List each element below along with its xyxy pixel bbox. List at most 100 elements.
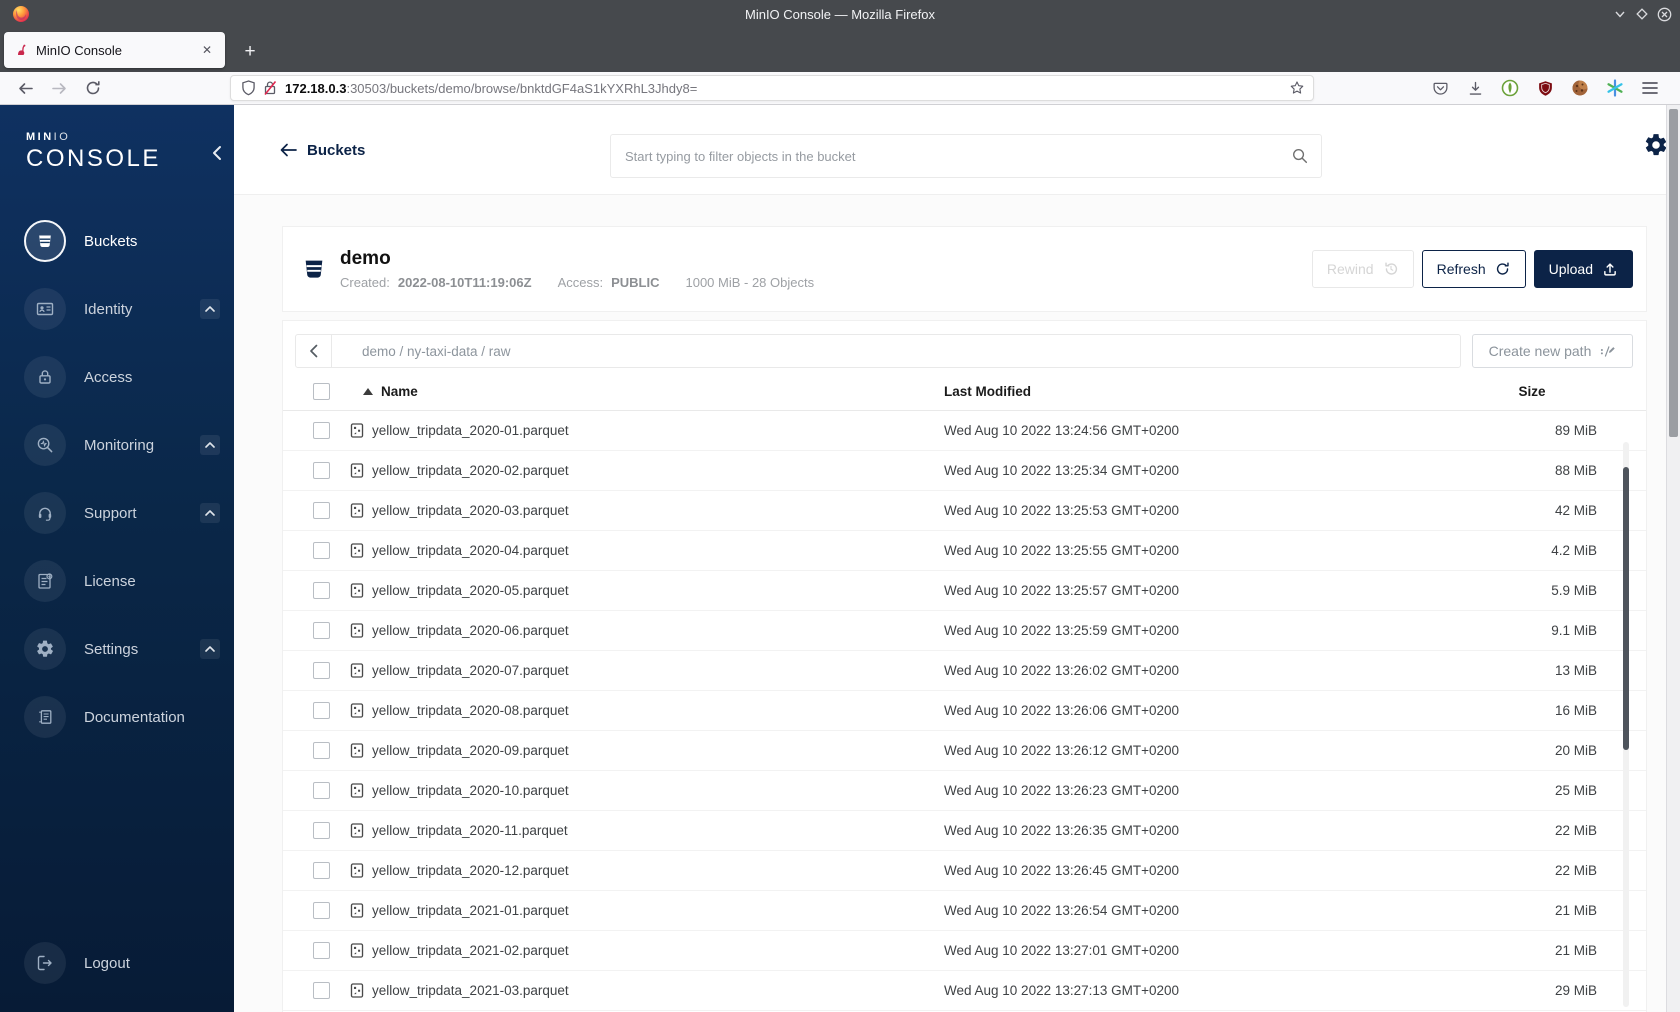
table-scrollbar-thumb[interactable] bbox=[1623, 467, 1629, 750]
row-checkbox[interactable] bbox=[313, 462, 330, 479]
minio-favicon bbox=[14, 43, 28, 57]
insecure-lock-icon[interactable] bbox=[263, 80, 277, 96]
search-icon[interactable] bbox=[1291, 147, 1309, 165]
bucket-size-summary: 1000 MiB - 28 Objects bbox=[685, 275, 815, 290]
table-row[interactable]: yellow_tripdata_2020-05.parquet Wed Aug … bbox=[283, 571, 1646, 611]
hamburger-menu-icon[interactable] bbox=[1633, 74, 1667, 102]
row-checkbox[interactable] bbox=[313, 582, 330, 599]
row-checkbox[interactable] bbox=[313, 662, 330, 679]
row-checkbox[interactable] bbox=[313, 502, 330, 519]
spark-asterisk-icon[interactable] bbox=[1598, 74, 1632, 102]
sidebar-item-logout[interactable]: Logout bbox=[0, 929, 234, 997]
refresh-button[interactable]: Refresh bbox=[1421, 250, 1526, 288]
privacy-badger-icon[interactable] bbox=[1493, 74, 1527, 102]
new-tab-button[interactable]: + bbox=[235, 37, 265, 67]
page-scrollbar-thumb[interactable] bbox=[1669, 109, 1678, 437]
object-file-icon bbox=[349, 902, 365, 919]
create-new-path-button[interactable]: Create new path bbox=[1472, 334, 1633, 368]
page-scrollbar[interactable] bbox=[1666, 105, 1680, 1012]
tab-title: MinIO Console bbox=[36, 42, 122, 58]
row-checkbox[interactable] bbox=[313, 782, 330, 799]
chevron-up-icon[interactable] bbox=[200, 299, 220, 319]
sidebar-collapse-icon[interactable] bbox=[212, 145, 222, 161]
content-area: demo Created: 2022-08-10T11:19:06Z Acces… bbox=[234, 195, 1680, 1012]
gear-icon bbox=[24, 628, 66, 670]
active-tab[interactable]: MinIO Console ✕ bbox=[4, 32, 225, 68]
upload-button[interactable]: Upload bbox=[1533, 250, 1633, 288]
object-size: 25 MiB bbox=[1554, 783, 1597, 798]
table-row[interactable]: yellow_tripdata_2020-03.parquet Wed Aug … bbox=[283, 491, 1646, 531]
column-header-size[interactable]: Size bbox=[1467, 384, 1633, 399]
table-row[interactable]: yellow_tripdata_2020-02.parquet Wed Aug … bbox=[283, 451, 1646, 491]
table-row[interactable]: yellow_tripdata_2020-01.parquet Wed Aug … bbox=[283, 411, 1646, 451]
row-checkbox[interactable] bbox=[313, 942, 330, 959]
object-filter-input[interactable] bbox=[611, 148, 1291, 164]
bookmark-star-icon[interactable] bbox=[1289, 80, 1305, 96]
pocket-icon[interactable] bbox=[1423, 74, 1457, 102]
ublock-origin-icon[interactable] bbox=[1528, 74, 1562, 102]
select-all-checkbox[interactable] bbox=[313, 383, 330, 400]
chevron-up-icon[interactable] bbox=[200, 503, 220, 523]
table-row[interactable]: yellow_tripdata_2021-02.parquet Wed Aug … bbox=[283, 931, 1646, 971]
object-file-icon bbox=[349, 462, 365, 479]
window-minimize-icon[interactable] bbox=[1610, 4, 1630, 24]
table-row[interactable]: yellow_tripdata_2020-04.parquet Wed Aug … bbox=[283, 531, 1646, 571]
window-maximize-icon[interactable] bbox=[1632, 4, 1652, 24]
sidebar-item-monitoring[interactable]: Monitoring bbox=[0, 411, 234, 479]
path-back-icon[interactable] bbox=[296, 335, 332, 367]
logout-icon bbox=[24, 942, 66, 984]
table-row[interactable]: yellow_tripdata_2020-06.parquet Wed Aug … bbox=[283, 611, 1646, 651]
row-checkbox[interactable] bbox=[313, 702, 330, 719]
table-row[interactable]: yellow_tripdata_2020-11.parquet Wed Aug … bbox=[283, 811, 1646, 851]
row-checkbox[interactable] bbox=[313, 742, 330, 759]
row-checkbox[interactable] bbox=[313, 822, 330, 839]
sidebar-item-identity[interactable]: Identity bbox=[0, 275, 234, 343]
table-row[interactable]: yellow_tripdata_2020-10.parquet Wed Aug … bbox=[283, 771, 1646, 811]
sidebar-item-license[interactable]: License bbox=[0, 547, 234, 615]
tracking-shield-icon[interactable] bbox=[241, 80, 256, 96]
chevron-up-icon[interactable] bbox=[200, 639, 220, 659]
table-row[interactable]: yellow_tripdata_2020-07.parquet Wed Aug … bbox=[283, 651, 1646, 691]
rewind-button[interactable]: Rewind bbox=[1311, 250, 1414, 288]
sidebar-item-buckets[interactable]: Buckets bbox=[0, 207, 234, 275]
bucket-summary-card: demo Created: 2022-08-10T11:19:06Z Acces… bbox=[282, 226, 1647, 312]
table-row[interactable]: yellow_tripdata_2020-08.parquet Wed Aug … bbox=[283, 691, 1646, 731]
chevron-up-icon[interactable] bbox=[200, 435, 220, 455]
forward-icon[interactable] bbox=[42, 74, 76, 102]
reload-icon[interactable] bbox=[76, 74, 110, 102]
refresh-icon bbox=[1495, 261, 1511, 277]
back-to-buckets-link[interactable]: Buckets bbox=[280, 105, 365, 195]
object-last-modified: Wed Aug 10 2022 13:26:23 GMT+0200 bbox=[944, 783, 1180, 798]
minio-console-logo: MINIO CONSOLE bbox=[0, 105, 234, 187]
column-header-last-modified[interactable]: Last Modified bbox=[944, 384, 1467, 399]
window-close-icon[interactable] bbox=[1654, 4, 1674, 24]
object-name: yellow_tripdata_2020-03.parquet bbox=[372, 503, 569, 518]
table-row[interactable]: yellow_tripdata_2020-12.parquet Wed Aug … bbox=[283, 851, 1646, 891]
url-bar[interactable]: 172.18.0.3:30503/buckets/demo/browse/bnk… bbox=[230, 75, 1314, 101]
breadcrumb[interactable]: demo / ny-taxi-data / raw bbox=[332, 335, 511, 367]
back-icon[interactable] bbox=[8, 74, 42, 102]
table-row[interactable]: yellow_tripdata_2021-01.parquet Wed Aug … bbox=[283, 891, 1646, 931]
object-file-icon bbox=[349, 942, 365, 959]
sort-ascending-icon bbox=[363, 388, 373, 395]
row-checkbox[interactable] bbox=[313, 862, 330, 879]
rewind-icon bbox=[1383, 261, 1399, 277]
row-checkbox[interactable] bbox=[313, 542, 330, 559]
sidebar-item-settings[interactable]: Settings bbox=[0, 615, 234, 683]
object-file-icon bbox=[349, 622, 365, 639]
object-last-modified: Wed Aug 10 2022 13:26:54 GMT+0200 bbox=[944, 903, 1180, 918]
sidebar-item-label: Documentation bbox=[84, 708, 185, 726]
column-header-name[interactable]: Name bbox=[349, 384, 944, 399]
table-row[interactable]: yellow_tripdata_2020-09.parquet Wed Aug … bbox=[283, 731, 1646, 771]
tab-close-icon[interactable]: ✕ bbox=[197, 40, 217, 60]
sidebar-item-support[interactable]: Support bbox=[0, 479, 234, 547]
sidebar-item-access[interactable]: Access bbox=[0, 343, 234, 411]
row-checkbox[interactable] bbox=[313, 622, 330, 639]
row-checkbox[interactable] bbox=[313, 982, 330, 999]
cookie-icon[interactable] bbox=[1563, 74, 1597, 102]
table-row[interactable]: yellow_tripdata_2021-03.parquet Wed Aug … bbox=[283, 971, 1646, 1011]
row-checkbox[interactable] bbox=[313, 422, 330, 439]
row-checkbox[interactable] bbox=[313, 902, 330, 919]
sidebar-item-documentation[interactable]: Documentation bbox=[0, 683, 234, 751]
download-icon[interactable] bbox=[1458, 74, 1492, 102]
